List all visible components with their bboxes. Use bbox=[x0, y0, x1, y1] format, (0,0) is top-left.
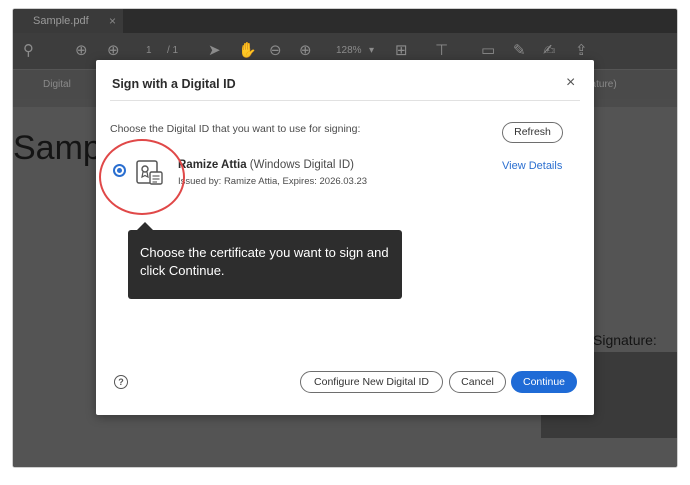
page-number-input[interactable]: 1 bbox=[146, 45, 152, 56]
document-tab-label: Sample.pdf bbox=[33, 15, 89, 27]
select-tool-icon[interactable]: ➤ bbox=[208, 42, 221, 60]
sign-digital-id-dialog: Sign with a Digital ID × Choose the Digi… bbox=[96, 60, 594, 415]
cancel-button[interactable]: Cancel bbox=[449, 371, 506, 393]
help-icon[interactable]: ? bbox=[114, 375, 128, 389]
dialog-title: Sign with a Digital ID bbox=[112, 77, 236, 91]
highlight-pen-icon[interactable]: ✎ bbox=[513, 42, 526, 60]
next-page-icon[interactable]: ⊕ bbox=[107, 42, 120, 60]
digital-id-type: (Windows Digital ID) bbox=[249, 159, 354, 171]
highlight-circle-annotation bbox=[99, 139, 185, 215]
hand-tool-icon[interactable]: ✋ bbox=[238, 42, 257, 60]
search-icon[interactable]: ⚲ bbox=[23, 42, 34, 60]
zoom-in-icon[interactable]: ⊕ bbox=[299, 42, 312, 60]
digital-id-prompt: Choose the Digital ID that you want to u… bbox=[110, 123, 361, 135]
prev-page-icon[interactable]: ⊕ bbox=[75, 42, 88, 60]
zoom-out-icon[interactable]: ⊖ bbox=[269, 42, 282, 60]
scroll-mode-icon[interactable]: ⊤ bbox=[435, 42, 448, 60]
configure-new-digital-id-button[interactable]: Configure New Digital ID bbox=[300, 371, 443, 393]
digital-id-name: Ramize Attia bbox=[178, 159, 247, 171]
dialog-divider bbox=[110, 100, 580, 101]
close-icon[interactable]: × bbox=[566, 74, 575, 92]
tab-close-icon[interactable]: × bbox=[109, 9, 116, 33]
comment-icon[interactable]: ▭ bbox=[481, 42, 495, 60]
zoom-dropdown-icon[interactable]: ▾ bbox=[369, 45, 374, 56]
signature-label: Signature: bbox=[593, 332, 657, 348]
digital-id-issuer: Issued by: Ramize Attia, Expires: 2026.0… bbox=[178, 176, 368, 187]
digital-sign-label[interactable]: Digital bbox=[43, 79, 71, 90]
document-tab[interactable]: Sample.pdf × bbox=[13, 9, 123, 33]
refresh-button[interactable]: Refresh bbox=[502, 122, 563, 143]
instruction-tooltip: Choose the certificate you want to sign … bbox=[128, 222, 402, 299]
digital-id-entry[interactable]: Ramize Attia (Windows Digital ID) bbox=[178, 159, 354, 171]
page-total: / 1 bbox=[167, 45, 179, 56]
continue-button[interactable]: Continue bbox=[511, 371, 577, 393]
zoom-level[interactable]: 128% bbox=[336, 45, 362, 56]
tab-bar: Sample.pdf × bbox=[13, 9, 677, 33]
share-icon[interactable]: ⇪ bbox=[575, 42, 588, 60]
view-details-link[interactable]: View Details bbox=[502, 160, 562, 172]
fit-page-icon[interactable]: ⊞ bbox=[395, 42, 408, 60]
document-heading: Sampl bbox=[13, 129, 110, 167]
sign-icon[interactable]: ✍ bbox=[543, 42, 556, 60]
